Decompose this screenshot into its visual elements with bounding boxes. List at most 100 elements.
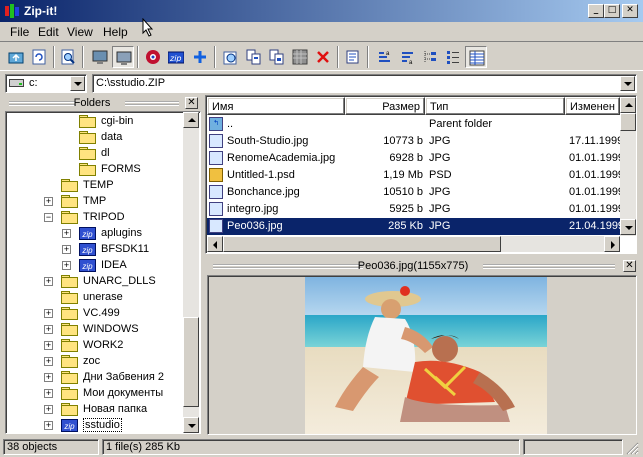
- file-type: JPG: [429, 152, 451, 164]
- sort-asc-button[interactable]: a: [373, 46, 395, 68]
- list-view-button[interactable]: [442, 46, 464, 68]
- tree-scrollbar[interactable]: [183, 112, 199, 433]
- scroll-thumb[interactable]: [223, 236, 501, 252]
- delete-button[interactable]: [312, 46, 334, 68]
- preview-close-button[interactable]: ✕: [623, 260, 636, 272]
- details-view-button[interactable]: [465, 46, 487, 68]
- collapse-toggle[interactable]: −: [44, 213, 53, 222]
- copy-button[interactable]: [243, 46, 265, 68]
- view-large-button[interactable]: [89, 46, 111, 68]
- folders-close-button[interactable]: ✕: [185, 97, 198, 109]
- tree-item-label: FORMS: [101, 163, 141, 175]
- expand-toggle[interactable]: +: [62, 245, 71, 254]
- tree-item[interactable]: TEMP: [6, 178, 182, 194]
- refresh-button[interactable]: [28, 46, 50, 68]
- tree-view-button[interactable]: [419, 46, 441, 68]
- tree-item[interactable]: + TMP: [6, 194, 182, 210]
- tree-item[interactable]: + zip IDEA: [6, 258, 182, 274]
- zip-button[interactable]: zip: [165, 46, 187, 68]
- add-button[interactable]: [189, 46, 211, 68]
- file-row[interactable]: integro.jpg 5925 b JPG 01.01.1999: [207, 201, 621, 218]
- file-row[interactable]: Bonchance.jpg 10510 b JPG 01.01.1999: [207, 184, 621, 201]
- expand-toggle[interactable]: +: [44, 277, 53, 286]
- expand-toggle[interactable]: +: [44, 373, 53, 382]
- properties-button[interactable]: [342, 46, 364, 68]
- toolbar-separator: [53, 46, 55, 68]
- tree-item-label: VC.499: [83, 307, 120, 319]
- menu-file[interactable]: File: [10, 25, 29, 39]
- tree-item[interactable]: + zoc: [6, 354, 182, 370]
- tree-item[interactable]: + zip sstudio: [6, 418, 182, 433]
- file-row[interactable]: South-Studio.jpg 10773 b JPG 17.11.1999: [207, 133, 621, 150]
- tree-item[interactable]: + WINDOWS: [6, 322, 182, 338]
- file-hscrollbar[interactable]: [207, 236, 620, 252]
- drive-select[interactable]: c:: [5, 74, 87, 93]
- folder-tree[interactable]: cgi-bin data dl FORMS TEMP + TMP − TRIPOD + zip apl…: [5, 111, 201, 434]
- menu-help[interactable]: Help: [103, 25, 128, 39]
- column-size[interactable]: Размер: [345, 97, 425, 115]
- expand-toggle[interactable]: +: [44, 405, 53, 414]
- file-row[interactable]: ↰.. Parent folder: [207, 116, 620, 133]
- tree-item[interactable]: dl: [6, 146, 182, 162]
- close-button[interactable]: ✕: [622, 4, 638, 18]
- zip-archive-icon: zip: [79, 259, 96, 272]
- menu-edit[interactable]: Edit: [38, 25, 59, 39]
- tree-item[interactable]: + zip aplugins: [6, 226, 182, 242]
- column-type[interactable]: Тип: [425, 97, 565, 115]
- expand-toggle[interactable]: +: [44, 421, 53, 430]
- menu-view[interactable]: View: [67, 25, 93, 39]
- expand-toggle[interactable]: +: [44, 357, 53, 366]
- up-folder-button[interactable]: [5, 46, 27, 68]
- scroll-thumb[interactable]: [183, 317, 199, 407]
- file-row[interactable]: Untitled-1.psd 1,19 Mb PSD 01.01.1999: [207, 167, 621, 184]
- drive-dropdown-button[interactable]: [70, 76, 85, 91]
- maximize-button[interactable]: □: [604, 4, 620, 18]
- file-vscrollbar[interactable]: [620, 97, 636, 236]
- expand-toggle[interactable]: +: [62, 229, 71, 238]
- scroll-up-button[interactable]: [620, 97, 636, 113]
- tree-item[interactable]: + Новая папка: [6, 402, 182, 418]
- encrypt-button[interactable]: [142, 46, 164, 68]
- toolbar-separator: [137, 46, 139, 68]
- app-logo-icon: [5, 4, 19, 18]
- scroll-down-button[interactable]: [183, 417, 199, 433]
- path-dropdown-button[interactable]: [620, 76, 635, 91]
- scroll-down-button[interactable]: [620, 219, 636, 235]
- resize-grip-icon[interactable]: [626, 442, 639, 455]
- expand-toggle[interactable]: +: [44, 309, 53, 318]
- tree-item[interactable]: unerase: [6, 290, 182, 306]
- find-button[interactable]: [220, 46, 242, 68]
- scroll-thumb[interactable]: [620, 113, 636, 131]
- expand-toggle[interactable]: +: [44, 341, 53, 350]
- tree-item[interactable]: + VC.499: [6, 306, 182, 322]
- search-button[interactable]: [57, 46, 79, 68]
- column-modified[interactable]: Изменен: [565, 97, 620, 115]
- thumbnails-button[interactable]: [289, 46, 311, 68]
- expand-toggle[interactable]: +: [44, 197, 53, 206]
- file-row[interactable]: RenomeAcademia.jpg 6928 b JPG 01.01.1999: [207, 150, 621, 167]
- file-list[interactable]: Имя Размер Тип Изменен ↰.. Parent folder S…: [205, 95, 637, 254]
- sort-desc-button[interactable]: a: [396, 46, 418, 68]
- scroll-left-button[interactable]: [207, 236, 223, 252]
- tree-item-label: unerase: [83, 291, 123, 303]
- column-name[interactable]: Имя: [207, 97, 345, 115]
- view-small-button[interactable]: [112, 46, 134, 68]
- tree-item[interactable]: FORMS: [6, 162, 182, 178]
- tree-item[interactable]: data: [6, 130, 182, 146]
- tree-item[interactable]: + Мои документы: [6, 386, 182, 402]
- expand-toggle[interactable]: +: [44, 325, 53, 334]
- tree-item[interactable]: cgi-bin: [6, 114, 182, 130]
- move-button[interactable]: [266, 46, 288, 68]
- expand-toggle[interactable]: +: [62, 261, 71, 270]
- tree-item[interactable]: + Дни Забвения 2: [6, 370, 182, 386]
- scroll-up-button[interactable]: [183, 112, 199, 128]
- path-combo[interactable]: C:\sstudio.ZIP: [92, 74, 637, 93]
- expand-toggle[interactable]: +: [44, 389, 53, 398]
- tree-item[interactable]: + zip BFSDK11: [6, 242, 182, 258]
- scroll-right-button[interactable]: [604, 236, 620, 252]
- tree-item[interactable]: + WORK2: [6, 338, 182, 354]
- tree-item[interactable]: + UNARC_DLLS: [6, 274, 182, 290]
- tree-item[interactable]: − TRIPOD: [6, 210, 182, 226]
- minimize-button[interactable]: _: [588, 4, 604, 18]
- file-row[interactable]: Peo036.jpg 285 Kb JPG 21.04.1999: [207, 218, 621, 235]
